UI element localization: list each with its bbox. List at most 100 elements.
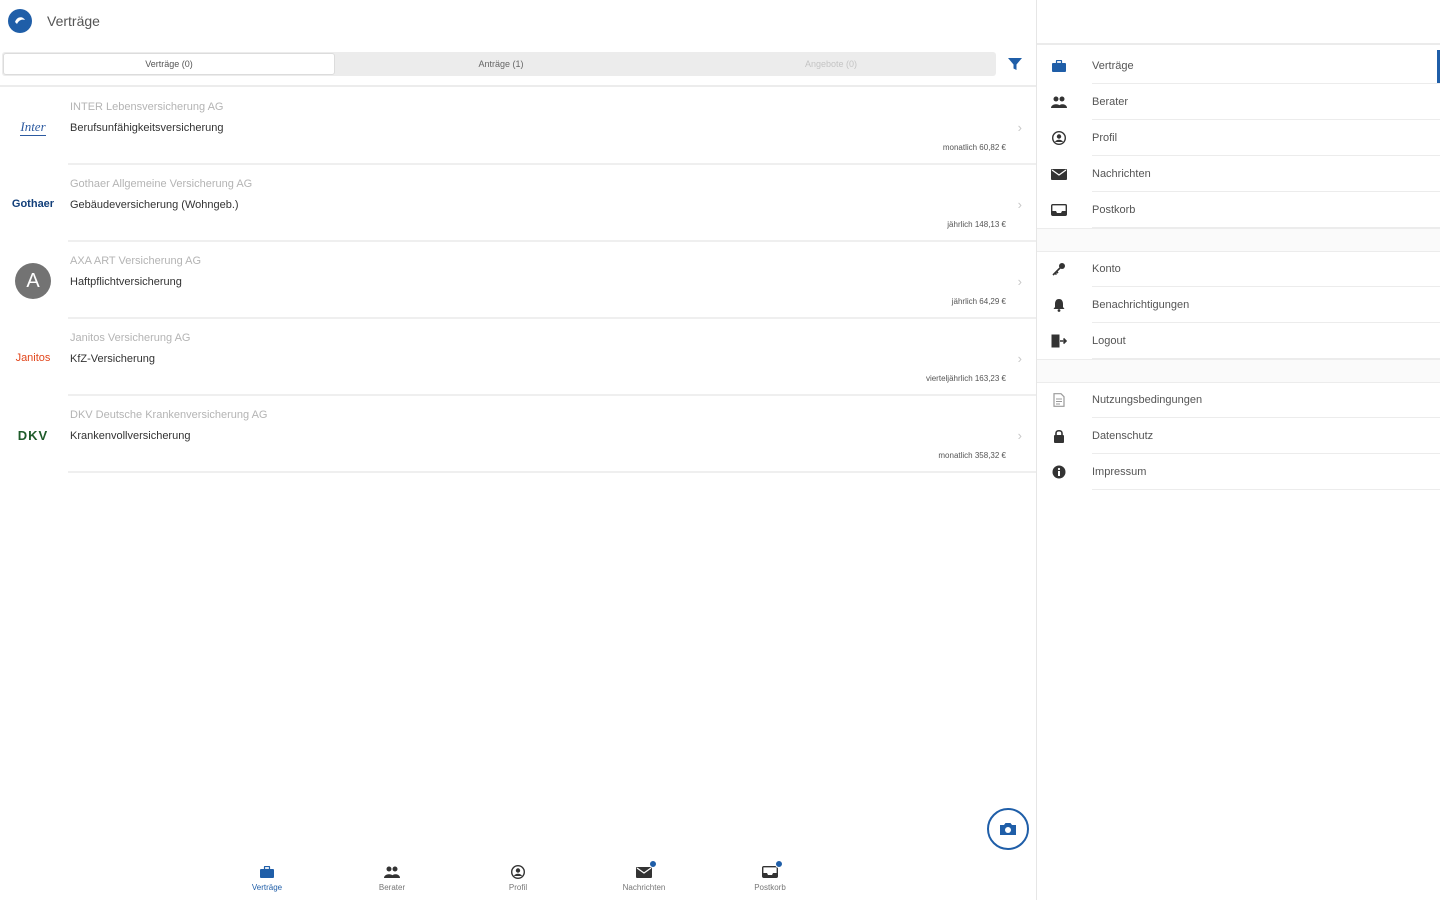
filter-button[interactable] (1005, 54, 1025, 74)
menu-item-nachrichten[interactable]: Nachrichten (1037, 156, 1440, 192)
bottom-nav-berater[interactable]: Berater (352, 864, 432, 892)
mail-icon (635, 860, 657, 880)
tab-angebote[interactable]: Angebote (0) (666, 52, 996, 76)
insurer-logo: Gothaer (8, 191, 58, 217)
list-item[interactable]: A AXA ART Versicherung AG Haftpflichtver… (0, 242, 1036, 319)
app-header: Verträge (0, 0, 1036, 44)
person-icon (1051, 131, 1067, 145)
menu-group-spacer (1037, 359, 1440, 383)
inbox-icon (1051, 203, 1067, 217)
contract-type: Gebäudeversicherung (Wohngeb.) (70, 199, 239, 211)
menu-group-main: Verträge Berater Profil Nachrichten Post… (1037, 48, 1440, 228)
chevron-right-icon: › (1017, 428, 1022, 443)
menu-item-impressum[interactable]: Impressum (1037, 454, 1440, 490)
contract-company: AXA ART Versicherung AG (70, 255, 202, 267)
notification-badge (775, 860, 783, 868)
list-item[interactable]: Gothaer Gothaer Allgemeine Versicherung … (0, 165, 1036, 242)
contract-tabs: Verträge (0) Anträge (1) Angebote (0) (2, 52, 996, 76)
tab-antraege[interactable]: Anträge (1) (336, 52, 666, 76)
app-root: Verträge Verträge (0) Anträge (1) Angebo… (0, 0, 1440, 900)
insurer-logo: Janitos (8, 345, 58, 371)
person-icon (509, 864, 527, 880)
bottom-nav-label: Verträge (251, 883, 283, 892)
menu-item-berater[interactable]: Berater (1037, 84, 1440, 120)
divider (68, 471, 1036, 473)
bottom-navigation: Verträge Berater Profil Nachrichten Post… (0, 858, 1036, 900)
bottom-nav-label: Nachrichten (622, 883, 666, 892)
divider (0, 85, 1036, 87)
filter-icon (1008, 58, 1022, 70)
menu-item-label: Berater (1092, 96, 1129, 108)
bottom-nav-label: Berater (378, 883, 406, 892)
janitos-logo: Janitos (15, 352, 51, 364)
gothaer-logo: Gothaer (11, 198, 55, 210)
contract-price: jährlich 148,13 € (947, 220, 1006, 229)
menu-item-label: Postkorb (1092, 204, 1136, 216)
menu-item-label: Logout (1092, 335, 1126, 347)
list-item[interactable]: Inter INTER Lebensversicherung AG Berufs… (0, 88, 1036, 165)
list-item[interactable]: Janitos Janitos Versicherung AG KfZ-Vers… (0, 319, 1036, 396)
chevron-right-icon: › (1017, 120, 1022, 135)
menu-item-benachrichtigungen[interactable]: Benachrichtigungen (1037, 287, 1440, 323)
main-panel: Verträge Verträge (0) Anträge (1) Angebo… (0, 0, 1036, 900)
contract-type: KfZ-Versicherung (70, 353, 155, 365)
contract-price: vierteljährlich 163,23 € (925, 374, 1006, 383)
list-item[interactable]: DKV DKV Deutsche Krankenversicherung AG … (0, 396, 1036, 473)
menu-item-vertraege[interactable]: Verträge (1037, 48, 1440, 84)
app-logo-icon (8, 9, 32, 33)
inbox-icon (761, 860, 783, 880)
briefcase-icon (1051, 59, 1067, 73)
camera-icon (1000, 823, 1016, 835)
contract-type: Krankenvollversicherung (70, 430, 191, 442)
menu-group-legal: Nutzungsbedingungen Datenschutz Impressu… (1037, 382, 1440, 490)
info-icon (1051, 465, 1067, 479)
contract-list: Inter INTER Lebensversicherung AG Berufs… (0, 88, 1036, 473)
bottom-nav-postkorb[interactable]: Postkorb (730, 860, 810, 892)
menu-group-account: Konto Benachrichtigungen Logout (1037, 251, 1440, 359)
menu-item-label: Benachrichtigungen (1092, 299, 1190, 311)
divider (1037, 43, 1440, 45)
bottom-nav-nachrichten[interactable]: Nachrichten (604, 860, 684, 892)
menu-item-label: Konto (1092, 263, 1121, 275)
menu-item-label: Verträge (1092, 60, 1134, 72)
mail-icon (1051, 167, 1067, 181)
menu-item-label: Nachrichten (1092, 168, 1151, 180)
insurer-logo: DKV (8, 422, 58, 448)
contract-company: DKV Deutsche Krankenversicherung AG (70, 409, 268, 421)
chevron-right-icon: › (1017, 351, 1022, 366)
menu-item-nutzungsbedingungen[interactable]: Nutzungsbedingungen (1037, 382, 1440, 418)
page-title: Verträge (47, 13, 100, 29)
contract-price: jährlich 64,29 € (951, 297, 1006, 306)
contract-company: INTER Lebensversicherung AG (70, 101, 224, 113)
menu-item-postkorb[interactable]: Postkorb (1037, 192, 1440, 228)
bottom-nav-profil[interactable]: Profil (478, 864, 558, 892)
notification-badge (649, 860, 657, 868)
menu-item-label: Nutzungsbedingungen (1092, 394, 1203, 406)
camera-button[interactable] (987, 808, 1029, 850)
menu-item-label: Impressum (1092, 466, 1147, 478)
menu-item-datenschutz[interactable]: Datenschutz (1037, 418, 1440, 454)
menu-item-profil[interactable]: Profil (1037, 120, 1440, 156)
key-icon (1051, 262, 1067, 276)
avatar: A (15, 263, 51, 299)
bottom-nav-label: Profil (508, 883, 528, 892)
side-menu: Verträge Berater Profil Nachrichten Post… (1036, 0, 1440, 900)
contract-type: Berufsunfähigkeitsversicherung (70, 122, 224, 134)
insurer-logo: Inter (8, 114, 58, 140)
document-icon (1051, 393, 1067, 407)
dkv-logo: DKV (17, 427, 49, 443)
briefcase-icon (258, 864, 276, 880)
contract-company: Janitos Versicherung AG (70, 332, 191, 344)
divider (1092, 489, 1440, 490)
menu-item-logout[interactable]: Logout (1037, 323, 1440, 359)
bottom-nav-vertraege[interactable]: Verträge (227, 864, 307, 892)
bell-icon (1051, 298, 1067, 312)
people-icon (1051, 95, 1067, 109)
menu-item-label: Profil (1092, 132, 1118, 144)
contract-price: monatlich 358,32 € (938, 451, 1006, 460)
bottom-nav-label: Postkorb (754, 883, 786, 892)
tab-vertraege[interactable]: Verträge (0) (3, 53, 335, 75)
chevron-right-icon: › (1017, 197, 1022, 212)
contract-company: Gothaer Allgemeine Versicherung AG (70, 178, 253, 190)
menu-item-konto[interactable]: Konto (1037, 251, 1440, 287)
